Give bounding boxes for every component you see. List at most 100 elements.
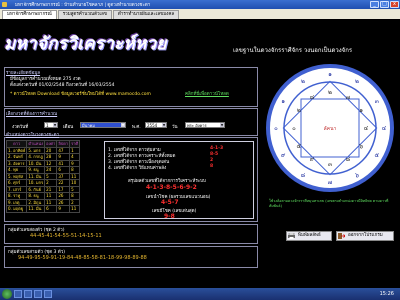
info-line-2: ตั้งแต่งวดวันที่ 01/02/2548 ถึงงวดวันที่… xyxy=(10,83,115,88)
table-cell: 1. อาทิตย์ xyxy=(5,146,28,154)
wheel-number: ๗ xyxy=(328,179,333,186)
download-link[interactable]: คลิกที่นี่เพื่อดาวน์โหลด xyxy=(185,90,229,97)
year-label: พ.ศ. xyxy=(132,125,141,130)
wheel-number: ๓ xyxy=(328,161,332,168)
sum-value: 4-5-7 xyxy=(161,199,179,206)
window-titlebar: มหาจักรศึกษาพยากรณ์ : บ้านทำนายโชคลาภ | … xyxy=(0,0,400,9)
wheel-number: ๐ xyxy=(274,125,278,132)
query-title: เลือกงวดที่ต้องการคำนวณ xyxy=(6,112,58,117)
analysis-item-value: 2 xyxy=(210,158,214,163)
planets-table: ดาว ตำแหน่ง องศา ลิปดา ราศี 1. อาทิตย์ 5.… xyxy=(5,140,81,213)
wheel-number: ๙ xyxy=(310,156,315,163)
day-select[interactable]: 1 ▼ xyxy=(44,122,58,128)
col-minute: ลิปดา xyxy=(56,140,71,148)
month-label: เดือน xyxy=(63,125,74,130)
analysis-item-label: 4. เลขที่ได้จาก วิธีแทนค่าพลัง xyxy=(108,166,167,171)
table-cell: 10. มกร xyxy=(26,179,46,187)
weekday-label: วัน xyxy=(172,125,178,130)
chevron-down-icon: ▼ xyxy=(121,123,125,127)
weekday-select[interactable]: พระ อังคาร ▼ xyxy=(185,122,225,128)
chart-note: ใช้วงล้อตามดวงจักรราศีหมุนหาเลข (เลขตรงต… xyxy=(269,199,389,208)
print-button[interactable]: พิมพ์ผลลัพธ์ xyxy=(286,231,332,241)
exit-icon xyxy=(338,233,345,239)
taskbar-item[interactable] xyxy=(34,290,42,298)
analysis-item-value: 4-1-3 xyxy=(210,146,224,151)
chevron-down-icon: ▼ xyxy=(162,123,166,127)
wheel-center: ลัคนา xyxy=(324,126,337,132)
wheel-number: ๔ xyxy=(364,125,369,132)
wheel-number: ๘ xyxy=(346,156,351,163)
taskbar: 15:26 xyxy=(0,288,400,300)
table-cell: 6 xyxy=(44,205,58,213)
wheel-number: ๗ xyxy=(346,94,351,101)
wheel-number: ๘ xyxy=(310,94,315,101)
wheel-number: ๕ xyxy=(375,152,380,159)
printer-icon xyxy=(288,233,295,239)
chevron-down-icon: ▼ xyxy=(220,123,224,127)
summary-value: 4-1-3-8-5-6-9-2 xyxy=(146,184,197,191)
table-cell: 4. กรกฎ xyxy=(26,153,46,161)
col-degree: องศา xyxy=(44,140,58,148)
pick-value: 9-8 xyxy=(164,213,175,220)
app-logo: มหาจักรวิเคราะห์หวย xyxy=(4,34,167,54)
planets-body: 1. อาทิตย์ 5. มกร 20 47 1 2. จันทร์ 4. กรกฎ 28 9… xyxy=(5,146,81,213)
taskbar-item[interactable] xyxy=(24,290,32,298)
minimize-button[interactable]: _ xyxy=(370,1,379,8)
tab-bar: มหาจักรศึกษาพยากรณ์ รวมสูตรคำนวณตัวเลข ต… xyxy=(0,9,400,19)
table-cell: 11. มีน xyxy=(26,205,46,213)
wheel-number: ๒ xyxy=(355,78,359,85)
wheel-number: ๒ xyxy=(328,89,332,96)
analysis-item-value: 8 xyxy=(210,164,214,169)
wheel-number: ๐ xyxy=(292,125,296,132)
wheel-number: ๒ xyxy=(297,107,301,114)
wheel-number: ๓ xyxy=(375,98,379,105)
two-digit-title: กลุ่มตัวเลขสองตัว (ชุด 2 ตัว) xyxy=(8,228,65,233)
tab-formulas[interactable]: รวมสูตรคำนวณตัวเลข xyxy=(57,10,112,19)
start-button[interactable] xyxy=(2,289,12,299)
weekday-value: พระ อังคาร xyxy=(187,123,207,128)
month-select[interactable]: มีนาคม ▼ xyxy=(80,122,126,128)
wheel-number: ๔ xyxy=(382,125,387,132)
table-row: 0. มฤตยู 11. มีน 6 9 11 xyxy=(5,205,81,213)
wheel-number: ๘ xyxy=(301,172,306,179)
chart-heading: เลขฐานในดวงจักรราศีจักร วงนอกเป็นดวงจักร xyxy=(233,47,353,54)
col-position: ตำแหน่ง xyxy=(26,140,46,148)
year-select[interactable]: 2554 ▼ xyxy=(145,122,167,128)
astrology-wheel: ๑๒๓๔๕๖๗๘๙๐๑๒ ๒๗๑๔๖๘๓๙๕๐๒๘ ลัคนา xyxy=(266,64,394,192)
three-digit-title: กลุ่มตัวเลขสามตัว (ชุด 3 ตัว) xyxy=(8,250,66,255)
summary-label: สรุปผลตัวเลขที่ได้จากการวิเคราะห์ระบบ xyxy=(128,179,206,184)
wheel-number: ๑ xyxy=(281,98,285,105)
table-cell: 9 xyxy=(56,205,71,213)
maximize-button[interactable]: □ xyxy=(380,1,389,8)
month-value: มีนาคม xyxy=(82,123,95,128)
update-text: * ดาวน์โหลด Download ข้อมูลเวอร์ชั่นใหม่… xyxy=(10,92,151,97)
wheel-number: ๙ xyxy=(281,152,286,159)
tab-dreams[interactable]: ตำราทำนายฝันและเลขมงคล xyxy=(112,10,180,19)
print-label: พิมพ์ผลลัพธ์ xyxy=(298,233,321,238)
three-digit-value: 94-49-95-59-91-19-84-48-85-58-81-18-99-9… xyxy=(18,255,147,261)
day-label: งวดวันที่ xyxy=(12,125,29,130)
day-value: 1 xyxy=(46,123,49,128)
close-button[interactable]: x xyxy=(390,1,399,8)
table-cell: 11 xyxy=(69,205,81,213)
wheel-number: ๑ xyxy=(359,107,363,114)
wheel-number: ๕ xyxy=(297,143,302,150)
chevron-down-icon: ▼ xyxy=(53,123,57,127)
wheel-number: ๖ xyxy=(359,143,363,150)
analysis-item-value: 8-5 xyxy=(210,152,219,157)
wheel-number: ๒ xyxy=(301,78,305,85)
tab-main[interactable]: มหาจักรศึกษาพยากรณ์ xyxy=(2,10,57,19)
table-cell: 3. อังคาร xyxy=(5,159,28,167)
planets-title: ตำแหน่งดาวในวงดวงชะตา xyxy=(6,133,60,138)
taskbar-item[interactable] xyxy=(44,290,52,298)
wheel-number: ๑ xyxy=(328,71,332,78)
exit-label: ออกจากโปรแกรม xyxy=(348,233,383,238)
window-title: มหาจักรศึกษาพยากรณ์ : บ้านทำนายโชคลาภ | … xyxy=(15,3,151,8)
taskbar-item[interactable] xyxy=(14,290,22,298)
year-value: 2554 xyxy=(147,123,158,128)
wheel-number: ๖ xyxy=(355,172,359,179)
main-area: มหาจักรวิเคราะห์หวย เลขฐานในดวงจักรราศีจ… xyxy=(0,19,400,288)
two-digit-value: 44-45-41-54-55-51-14-15-11 xyxy=(30,233,102,239)
exit-button[interactable]: ออกจากโปรแกรม xyxy=(336,231,394,241)
table-cell: 0. มฤตยู xyxy=(5,205,28,213)
